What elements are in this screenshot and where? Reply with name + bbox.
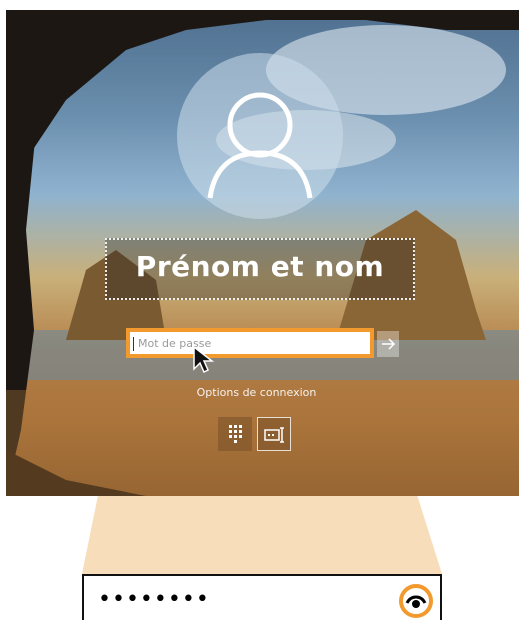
mouse-pointer-icon (193, 345, 214, 374)
password-key-icon (264, 427, 284, 443)
password-input[interactable]: Mot de passe (126, 328, 374, 358)
user-name: Prénom et nom (135, 250, 385, 283)
pin-keypad-icon (229, 425, 242, 443)
submit-button[interactable] (377, 331, 399, 357)
signin-options-label[interactable]: Options de connexion (0, 386, 513, 399)
pin-option-button[interactable] (218, 417, 252, 451)
eye-reveal-icon (405, 595, 427, 608)
user-icon (207, 92, 313, 199)
zoomed-password-field[interactable]: •••••••• (82, 574, 442, 620)
password-option-button[interactable] (257, 417, 291, 451)
masked-password: •••••••• (98, 587, 210, 612)
reveal-password-button[interactable] (399, 584, 433, 618)
user-avatar (177, 53, 343, 219)
text-caret (133, 337, 134, 351)
arrow-right-icon (382, 338, 396, 350)
